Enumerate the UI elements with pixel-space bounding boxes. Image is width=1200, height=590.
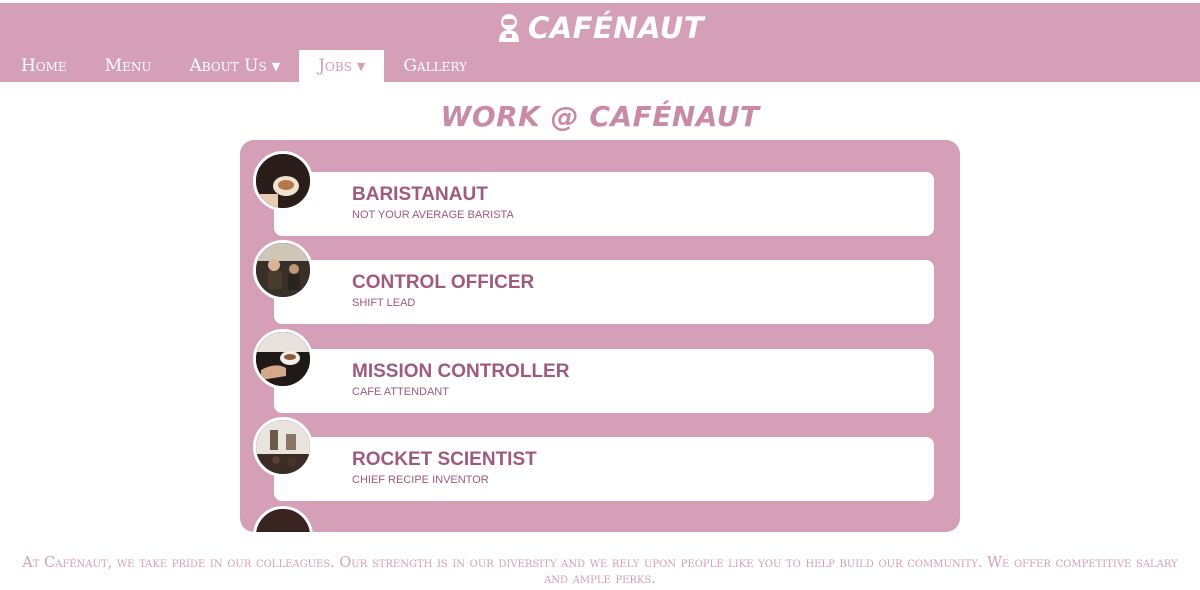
nav-jobs-label: Jobs bbox=[318, 55, 352, 76]
job-subtitle: NOT YOUR AVERAGE BARISTA bbox=[352, 209, 514, 221]
job-card[interactable]: CONTROL OFFICER SHIFT LEAD bbox=[274, 260, 934, 324]
job-subtitle: CHIEF RECIPE INVENTOR bbox=[352, 474, 489, 486]
job-title: MISSION CONTROLLER bbox=[352, 361, 570, 382]
nav-about-us-label: About Us bbox=[189, 55, 267, 76]
nav-home[interactable]: Home bbox=[0, 50, 86, 83]
job-photo bbox=[253, 417, 313, 477]
job-photo bbox=[253, 329, 313, 389]
nav-about-us[interactable]: About Us ▼ bbox=[171, 50, 300, 83]
site-header: CAFÉNAUT Home Menu About Us ▼ Jobs ▼ Galle… bbox=[0, 3, 1200, 84]
job-subtitle: CAFE ATTENDANT bbox=[352, 386, 449, 398]
nav-jobs[interactable]: Jobs ▼ bbox=[299, 49, 385, 83]
main-nav: Home Menu About Us ▼ Jobs ▼ Gallery bbox=[0, 48, 486, 84]
job-subtitle: SHIFT LEAD bbox=[352, 297, 416, 309]
chevron-down-icon: ▼ bbox=[271, 59, 281, 73]
nav-menu[interactable]: Menu bbox=[86, 50, 171, 83]
jobs-intro-text: At Cafénaut, we take pride in our collea… bbox=[22, 555, 1178, 587]
job-card[interactable]: BARISTANAUT NOT YOUR AVERAGE BARISTA bbox=[274, 172, 934, 236]
page-title: WORK @ CAFÉNAUT bbox=[440, 100, 760, 133]
logo-text: CAFÉNAUT bbox=[527, 11, 705, 45]
job-title: BARISTANAUT bbox=[352, 184, 488, 205]
nav-gallery[interactable]: Gallery bbox=[384, 50, 486, 83]
job-card[interactable]: ROCKET SCIENTIST CHIEF RECIPE INVENTOR bbox=[274, 437, 934, 501]
astronaut-icon bbox=[498, 14, 519, 42]
job-title: CONTROL OFFICER bbox=[352, 272, 535, 293]
job-photo bbox=[253, 151, 313, 211]
chevron-down-icon: ▼ bbox=[356, 59, 366, 73]
job-photo bbox=[253, 506, 313, 532]
job-card[interactable]: MISSION CONTROLLER CAFE ATTENDANT bbox=[274, 349, 934, 413]
job-title: ROCKET SCIENTIST bbox=[352, 449, 537, 470]
jobs-list[interactable]: BARISTANAUT NOT YOUR AVERAGE BARISTA CON… bbox=[240, 140, 960, 532]
site-logo[interactable]: CAFÉNAUT bbox=[0, 11, 1200, 45]
job-photo bbox=[253, 240, 313, 300]
